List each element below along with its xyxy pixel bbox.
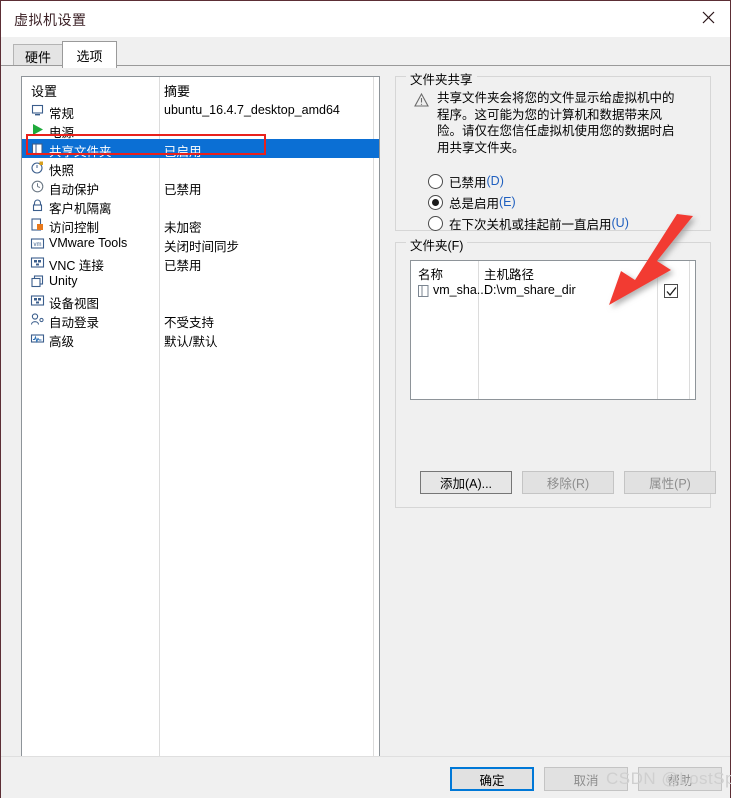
folders-group: 文件夹(F) 名称 主机路径 vm_sha... D:\vm_share_dir [395, 235, 716, 508]
check-icon [666, 287, 677, 297]
folder-sharing-warning-text: 共享文件夹会将您的文件显示给虚拟机中的程序。这可能为您的计算机和数据带来风险。请… [437, 91, 675, 155]
radio-label: 已禁用 [449, 175, 487, 190]
folder-enabled-checkbox[interactable] [664, 284, 678, 298]
advanced-icon [30, 334, 45, 344]
folders-table[interactable]: 名称 主机路径 vm_sha... D:\vm_share_dir [410, 260, 696, 400]
tab-strip: 硬件 选项 [1, 37, 730, 68]
monitor-icon [31, 104, 44, 116]
settings-row-label: 高级 [49, 335, 75, 349]
column-header-summary: 摘要 [164, 84, 191, 99]
folder-sharing-group: 文件夹共享 共享文件夹会将您的文件显示给虚拟机中的程序。这可能为您的计算机和数据… [395, 69, 711, 233]
settings-row-advanced[interactable]: 高级 默认/默认 [22, 329, 379, 349]
radio-mark-icon [428, 173, 443, 189]
close-button[interactable] [686, 1, 730, 34]
access-lock-icon [31, 218, 43, 231]
add-folder-button[interactable]: 添加(A)... [420, 471, 512, 494]
settings-row-snapshot[interactable]: 快照 [22, 158, 379, 178]
radio-label: 在下次关机或挂起前一直启用 [449, 217, 612, 232]
vmware-tools-icon: vm [30, 238, 45, 249]
warning-triangle-icon [414, 93, 429, 107]
cancel-button[interactable]: 取消 [544, 767, 628, 791]
ok-button[interactable]: 确定 [450, 767, 534, 791]
folder-sharing-group-title: 文件夹共享 [406, 69, 477, 88]
play-icon [33, 124, 43, 135]
settings-row-power[interactable]: 电源 [22, 120, 379, 140]
settings-row-general[interactable]: 常规 ubuntu_16.4.7_desktop_amd64 [22, 101, 379, 121]
vnc-icon [30, 257, 45, 268]
remove-folder-button[interactable]: 移除(R) [522, 471, 614, 494]
tab-options[interactable]: 选项 [62, 41, 117, 68]
radio-mark-icon [428, 194, 443, 210]
radio-until-next-shutdown[interactable]: 在下次关机或挂起前一直启用 (U) [428, 213, 629, 233]
settings-row-shared-folders[interactable]: 共享文件夹 已启用 [22, 139, 379, 159]
dialog-title: 虚拟机设置 [14, 12, 87, 28]
radio-always-enabled[interactable]: 总是启用 (E) [428, 192, 516, 212]
settings-row-autoprotect[interactable]: 自动保护 已禁用 [22, 177, 379, 197]
svg-text:vm: vm [34, 242, 42, 248]
settings-row-vnc[interactable]: VNC 连接 已禁用 [22, 253, 379, 273]
snapshot-icon [31, 161, 43, 174]
settings-row-summary: 默认/默认 [164, 335, 218, 349]
table-row[interactable]: vm_sha... D:\vm_share_dir [411, 281, 695, 301]
folder-path: D:\vm_share_dir [484, 283, 576, 297]
radio-label: 总是启用 [449, 196, 500, 211]
folders-table-header: 名称 主机路径 [411, 261, 695, 282]
settings-row-label: Unity [49, 274, 78, 288]
title-bar: 虚拟机设置 [1, 1, 730, 37]
folder-icon [418, 285, 429, 297]
settings-row-guest-isolation[interactable]: 客户机隔离 [22, 196, 379, 216]
close-icon [702, 11, 714, 24]
settings-list[interactable]: 设置 摘要 常规 ubuntu_16.4.7_desktop_amd64 电源 [21, 76, 380, 757]
radio-accel: (D) [486, 174, 504, 188]
settings-row-vmware-tools[interactable]: vm VMware Tools 关闭时间同步 [22, 234, 379, 254]
settings-row-label: VMware Tools [49, 236, 128, 250]
tab-hardware[interactable]: 硬件 [13, 44, 63, 67]
settings-list-header: 设置 摘要 [22, 77, 379, 99]
settings-row-access-control[interactable]: 访问控制 未加密 [22, 215, 379, 235]
folder-name: vm_sha... [433, 283, 488, 297]
clock-icon [31, 180, 44, 193]
column-header-settings: 设置 [31, 84, 58, 99]
settings-row-unity[interactable]: Unity [22, 272, 379, 291]
lock-icon [32, 199, 43, 212]
device-view-icon [30, 295, 45, 306]
settings-row-auto-login[interactable]: 自动登录 不受支持 [22, 310, 379, 330]
folder-properties-button[interactable]: 属性(P) [624, 471, 716, 494]
folder-icon [31, 143, 43, 155]
vm-settings-dialog: 虚拟机设置 硬件 选项 设置 摘要 常规 ubuntu_16.4.7_deskt… [0, 0, 731, 798]
folders-group-title: 文件夹(F) [406, 235, 468, 254]
radio-disabled[interactable]: 已禁用 (D) [428, 171, 504, 191]
radio-mark-icon [428, 215, 443, 231]
radio-accel: (E) [499, 195, 516, 209]
settings-row-summary: ubuntu_16.4.7_desktop_amd64 [164, 103, 340, 117]
radio-accel: (U) [611, 216, 629, 230]
help-button[interactable]: 帮助 [638, 767, 722, 791]
dialog-content: 设置 摘要 常规 ubuntu_16.4.7_desktop_amd64 电源 [1, 65, 730, 757]
settings-row-device-view[interactable]: 设备视图 [22, 291, 379, 311]
unity-icon [31, 275, 44, 288]
auto-login-icon [30, 313, 44, 325]
